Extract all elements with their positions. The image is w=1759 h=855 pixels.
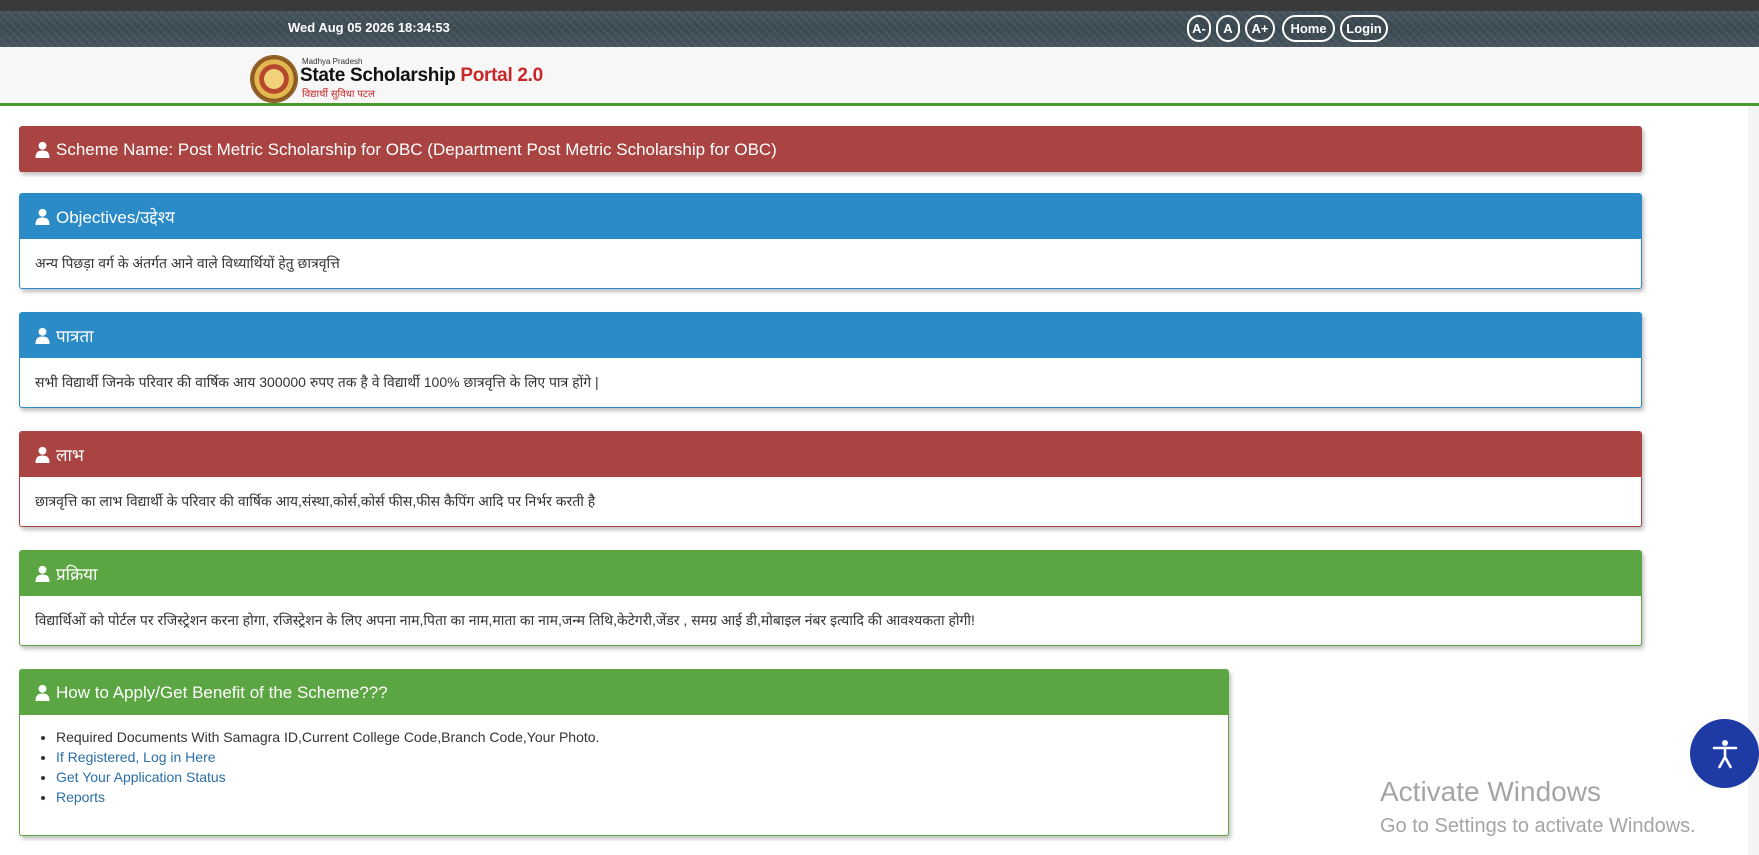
eligibility-title: पात्रता [56, 327, 94, 346]
font-increase-button[interactable]: A+ [1245, 15, 1275, 42]
browser-chrome-strip [0, 0, 1759, 11]
list-item: Required Documents With Samagra ID,Curre… [56, 727, 1228, 747]
site-header: Madhya Pradesh State Scholarship Portal … [0, 47, 1759, 106]
scheme-name-text: Scheme Name: Post Metric Scholarship for… [56, 139, 777, 159]
application-status-link[interactable]: Get Your Application Status [56, 769, 226, 785]
benefit-heading: लाभ [20, 432, 1641, 477]
top-bar-texture [0, 11, 1759, 47]
user-icon [35, 446, 50, 463]
benefit-text: छात्रवृत्ति का लाभ विद्यार्थी के परिवार … [35, 493, 596, 509]
login-here-link[interactable]: If Registered, Log in Here [56, 749, 216, 765]
process-panel: प्रक्रिया विद्यार्थिओं को पोर्टल पर रजिस… [19, 550, 1642, 646]
objectives-heading: Objectives/उद्देश्य [20, 194, 1641, 239]
logo-tagline: विद्यार्थी सुविधा पटल [302, 89, 375, 100]
benefit-panel: लाभ छात्रवृत्ति का लाभ विद्यार्थी के परि… [19, 431, 1642, 527]
logo-title-accent: Portal 2.0 [460, 65, 543, 86]
required-documents-text: Required Documents With Samagra ID,Curre… [56, 729, 600, 745]
datetime: Wed Aug 05 2026 18:34:53 [288, 20, 450, 35]
eligibility-heading: पात्रता [20, 313, 1641, 358]
login-button[interactable]: Login [1340, 15, 1388, 42]
process-text: विद्यार्थिओं को पोर्टल पर रजिस्ट्रेशन कर… [35, 612, 975, 628]
activate-windows-title: Activate Windows [1380, 776, 1601, 807]
state-emblem-logo[interactable] [250, 55, 298, 103]
logo-title[interactable]: State Scholarship Portal 2.0 [300, 65, 543, 87]
activate-windows-subtitle: Go to Settings to activate Windows. [1380, 815, 1696, 837]
user-icon [35, 141, 50, 158]
how-to-apply-heading: How to Apply/Get Benefit of the Scheme??… [20, 670, 1228, 715]
eligibility-text: सभी विद्यार्थी जिनके परिवार की वार्षिक आ… [35, 374, 599, 390]
eligibility-panel: पात्रता सभी विद्यार्थी जिनके परिवार की व… [19, 312, 1642, 408]
how-to-apply-title: How to Apply/Get Benefit of the Scheme??… [56, 682, 388, 702]
list-item: If Registered, Log in Here [56, 747, 1228, 767]
benefit-title: लाभ [56, 446, 84, 465]
scheme-name-heading: Scheme Name: Post Metric Scholarship for… [20, 127, 1641, 172]
font-decrease-button[interactable]: A- [1187, 15, 1211, 42]
top-bar: Wed Aug 05 2026 18:34:53 A- A A+ Home Lo… [0, 11, 1759, 47]
font-normal-button[interactable]: A [1216, 15, 1240, 42]
how-to-apply-panel: How to Apply/Get Benefit of the Scheme??… [19, 669, 1229, 836]
accessibility-icon [1712, 739, 1737, 768]
home-button[interactable]: Home [1282, 15, 1335, 42]
process-heading: प्रक्रिया [20, 551, 1641, 596]
objectives-title: Objectives/उद्देश्य [56, 208, 175, 227]
logo-title-main: State Scholarship [300, 65, 456, 86]
user-icon [35, 684, 50, 701]
list-item: Reports [56, 787, 1228, 807]
user-icon [35, 208, 50, 225]
process-title: प्रक्रिया [56, 565, 98, 584]
objectives-text: अन्य पिछड़ा वर्ग के अंतर्गत आने वाले विध… [35, 255, 340, 271]
list-item: Get Your Application Status [56, 767, 1228, 787]
scheme-name-panel: Scheme Name: Post Metric Scholarship for… [19, 126, 1642, 172]
reports-link[interactable]: Reports [56, 789, 105, 805]
apply-links-list: Required Documents With Samagra ID,Curre… [20, 715, 1228, 807]
objectives-panel: Objectives/उद्देश्य अन्य पिछड़ा वर्ग के … [19, 193, 1642, 289]
accessibility-button[interactable] [1690, 719, 1759, 788]
user-icon [35, 327, 50, 344]
user-icon [35, 565, 50, 582]
